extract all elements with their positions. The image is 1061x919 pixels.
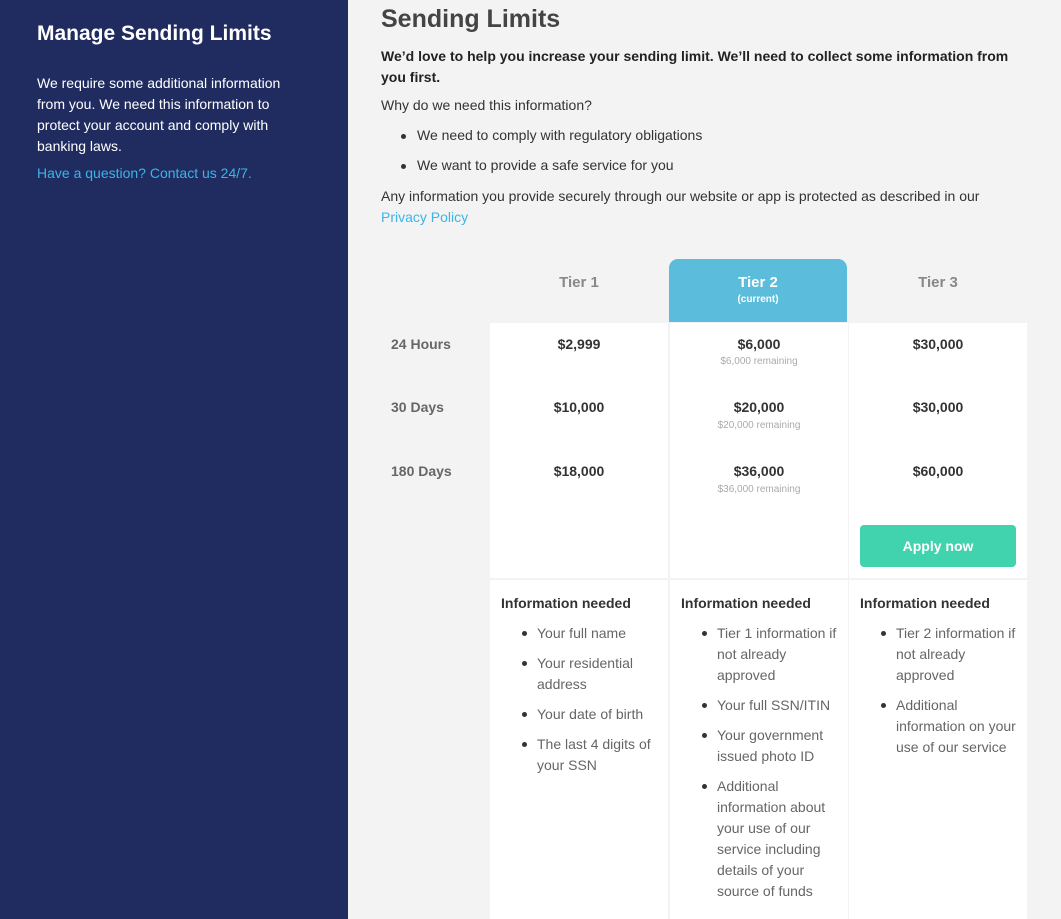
tier-1-header: Tier 1 <box>490 259 668 322</box>
info-title: Information needed <box>681 595 811 611</box>
limit-amount: $36,000 <box>733 463 785 479</box>
sidebar-title: Manage Sending Limits <box>37 22 272 45</box>
current-tier-label: (current) <box>737 294 779 305</box>
list-item: Additional information on your use of ou… <box>860 695 1022 758</box>
tier-2-header: Tier 2 (current) <box>669 259 847 322</box>
tier-1-info-panel: Information needed Your full name Your r… <box>490 580 668 919</box>
why-heading: Why do we need this information? <box>381 97 592 113</box>
reasons-list: We need to comply with regulatory obliga… <box>381 127 702 187</box>
limit-amount: $18,000 <box>553 463 605 479</box>
limit-amount: $6,000 <box>737 336 781 352</box>
limit-amount: $60,000 <box>912 463 964 479</box>
remaining-amount: $36,000 remaining <box>717 484 801 495</box>
tier-1-column: $2,999 $10,000 $18,000 Information neede… <box>490 323 668 919</box>
list-item: Your full SSN/ITIN <box>681 695 843 716</box>
list-item: Additional information about your use of… <box>681 776 843 902</box>
limit-amount: $30,000 <box>912 399 964 415</box>
contact-link[interactable]: Have a question? Contact us 24/7. <box>37 165 252 181</box>
sidebar: Manage Sending Limits We require some ad… <box>0 0 348 919</box>
limit-amount: $10,000 <box>553 399 605 415</box>
tier-2-limits: $6,000 $6,000 remaining $20,000 $20,000 … <box>670 323 848 578</box>
tier-3-column: $30,000 $30,000 $60,000 Apply now Inform… <box>849 323 1027 919</box>
tier-3-info-panel: Information needed Tier 2 information if… <box>849 580 1027 919</box>
row-label-24-hours: 24 Hours <box>391 336 451 352</box>
privacy-text: Any information you provide securely thr… <box>381 188 980 204</box>
info-title: Information needed <box>860 595 990 611</box>
apply-now-button[interactable]: Apply now <box>860 525 1016 567</box>
tier-name: Tier 2 <box>738 274 778 291</box>
tier-name: Tier 3 <box>918 274 958 291</box>
limit-amount: $2,999 <box>557 336 601 352</box>
row-label-180-days: 180 Days <box>391 463 452 479</box>
info-list: Tier 1 information if not already approv… <box>681 623 843 911</box>
tier-3-header: Tier 3 <box>849 259 1027 322</box>
tier-name: Tier 1 <box>559 274 599 291</box>
list-item: Your date of birth <box>501 704 663 725</box>
list-item: We want to provide a safe service for yo… <box>381 157 702 187</box>
remaining-amount: $6,000 remaining <box>720 356 798 367</box>
tier-1-limits: $2,999 $10,000 $18,000 <box>490 323 668 578</box>
list-item: Tier 2 information if not already approv… <box>860 623 1022 686</box>
tier-3-limits: $30,000 $30,000 $60,000 Apply now <box>849 323 1027 578</box>
info-list: Your full name Your residential address … <box>501 623 663 785</box>
page-title: Sending Limits <box>381 5 561 33</box>
privacy-policy-link[interactable]: Privacy Policy <box>381 209 468 225</box>
list-item: Your full name <box>501 623 663 644</box>
tier-2-column: $6,000 $6,000 remaining $20,000 $20,000 … <box>670 323 848 919</box>
remaining-amount: $20,000 remaining <box>717 420 801 431</box>
list-item: We need to comply with regulatory obliga… <box>381 127 702 157</box>
list-item: Your residential address <box>501 653 663 695</box>
privacy-notice: Any information you provide securely thr… <box>381 186 1021 228</box>
tier-2-info-panel: Information needed Tier 1 information if… <box>670 580 848 919</box>
intro-text: We’d love to help you increase your send… <box>381 48 1009 85</box>
list-item: Your government issued photo ID <box>681 725 843 767</box>
list-item: Tier 1 information if not already approv… <box>681 623 843 686</box>
limit-amount: $30,000 <box>912 336 964 352</box>
sidebar-description: We require some additional information f… <box>37 75 281 154</box>
info-title: Information needed <box>501 595 631 611</box>
info-list: Tier 2 information if not already approv… <box>860 623 1022 767</box>
list-item: The last 4 digits of your SSN <box>501 734 663 776</box>
limit-amount: $20,000 <box>733 399 785 415</box>
row-label-30-days: 30 Days <box>391 399 444 415</box>
